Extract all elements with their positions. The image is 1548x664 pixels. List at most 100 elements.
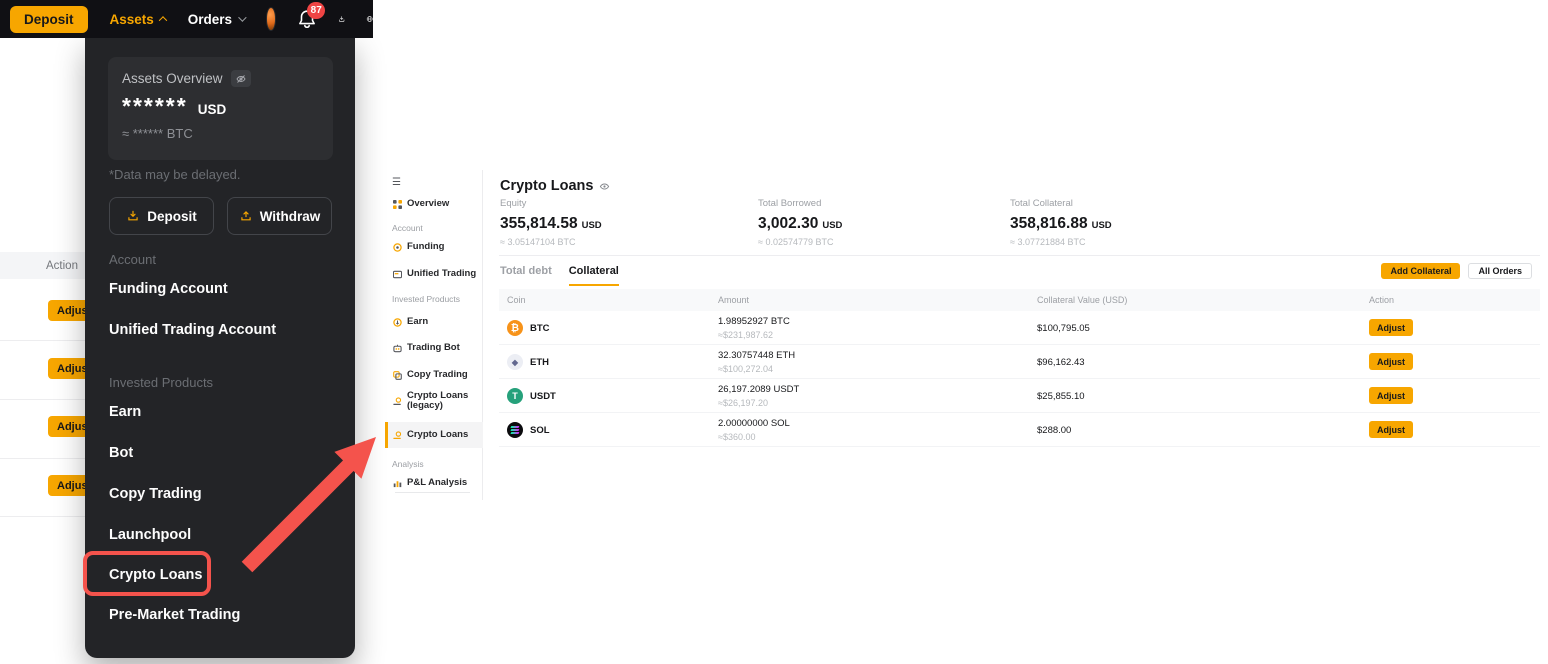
menu-item-funding-account[interactable]: Funding Account (109, 281, 228, 297)
sidebar-item-label: Trading Bot (407, 343, 460, 353)
sidebar-item-label: Earn (407, 317, 428, 327)
notifications-button[interactable]: 87 (296, 8, 318, 30)
adjust-button[interactable]: Adjust (1369, 353, 1413, 370)
sidebar-item-label: Overview (407, 199, 449, 209)
invested-products-section-label: Invested Products (109, 375, 213, 390)
collateral-value: $25,855.10 (1037, 391, 1085, 402)
amount-value: 32.30757448 ETH (718, 350, 795, 361)
hide-balance-toggle[interactable] (231, 70, 251, 87)
stat-sub-value: ≈ 3.07721884 BTC (1010, 237, 1260, 247)
sidebar-item-unified-trading[interactable]: Unified Trading (392, 269, 476, 279)
nav-orders-menu[interactable]: Orders (188, 12, 244, 27)
row-divider (0, 340, 85, 341)
collateral-value: $288.00 (1037, 425, 1071, 436)
withdraw-icon (239, 209, 253, 223)
stat-value: 355,814.58 (500, 215, 578, 233)
column-header-action: Action (1369, 295, 1394, 305)
dropdown-deposit-button[interactable]: Deposit (109, 197, 214, 235)
chevron-up-icon (159, 16, 167, 24)
sol-coin-icon (507, 422, 523, 438)
sidebar-item-overview[interactable]: Overview (392, 199, 449, 209)
amount-usd-value: ≈$26,197.20 (718, 398, 799, 408)
nav-assets-menu[interactable]: Assets (110, 12, 166, 27)
download-icon[interactable] (338, 9, 345, 29)
column-header-collateral-value: Collateral Value (USD) (1037, 295, 1127, 305)
all-orders-button[interactable]: All Orders (1468, 263, 1532, 279)
amount-usd-value: ≈$231,987.62 (718, 330, 790, 340)
sidebar-item-trading-bot[interactable]: Trading Bot (392, 343, 460, 353)
deposit-button[interactable]: Deposit (10, 6, 88, 33)
table-row: T USDT 26,197.2089 USDT ≈$26,197.20 $25,… (499, 379, 1540, 413)
btc-coin-icon: ₿ (507, 320, 523, 336)
debt-collateral-tabs: Total debt Collateral (500, 265, 619, 286)
usdt-coin-icon: T (507, 388, 523, 404)
sidebar-item-label: Funding (407, 242, 444, 252)
balance-currency: USD (198, 102, 227, 117)
stat-sub-value: ≈ 3.05147104 BTC (500, 237, 750, 247)
stat-unit: USD (822, 220, 842, 231)
stat-sub-value: ≈ 0.02574779 BTC (758, 237, 1008, 247)
assets-overview-title: Assets Overview (122, 71, 223, 86)
screenshot-sidebar: ☰ Overview Account Funding Unified Tradi… (385, 170, 483, 500)
assets-overview-card: Assets Overview ****** USD ≈ ****** BTC (108, 57, 333, 160)
section-divider (499, 255, 1540, 256)
tab-collateral[interactable]: Collateral (569, 265, 619, 286)
row-divider (0, 399, 85, 400)
sidebar-item-crypto-loans-legacy[interactable]: Crypto Loans (legacy) (392, 391, 478, 411)
adjust-button[interactable]: Adjust (1369, 421, 1413, 438)
adjust-button[interactable]: Adjust (1369, 387, 1413, 404)
coin-ticker: ETH (530, 357, 549, 368)
crypto-loans-icon (392, 430, 402, 440)
copy-trading-icon (392, 370, 402, 380)
sidebar-active-accent (385, 422, 388, 448)
sidebar-item-label: P&L Analysis (407, 478, 467, 488)
eth-coin-icon: ◆ (507, 354, 523, 370)
chevron-down-icon (238, 13, 246, 21)
sidebar-item-copy-trading[interactable]: Copy Trading (392, 370, 468, 380)
notification-badge: 87 (307, 2, 325, 19)
menu-item-unified-trading-account[interactable]: Unified Trading Account (109, 322, 276, 338)
show-balance-eye-icon[interactable] (599, 181, 610, 192)
coin-ticker: SOL (530, 425, 550, 436)
sidebar-item-pnl-analysis[interactable]: P&L Analysis (392, 478, 467, 488)
adjust-button[interactable]: Adjust (1369, 319, 1413, 336)
menu-item-pre-market-trading[interactable]: Pre-Market Trading (109, 607, 240, 623)
funding-icon (392, 242, 402, 252)
stat-label: Total Collateral (1010, 198, 1260, 209)
tab-total-debt[interactable]: Total debt (500, 265, 552, 286)
coin-ticker: USDT (530, 391, 556, 402)
sidebar-item-funding[interactable]: Funding (392, 242, 444, 252)
unified-trading-icon (392, 269, 402, 279)
stat-total-borrowed: Total Borrowed 3,002.30 USD ≈ 0.02574779… (758, 198, 1008, 247)
stat-label: Equity (500, 198, 750, 209)
dropdown-deposit-label: Deposit (147, 209, 197, 224)
globe-icon[interactable] (366, 9, 373, 29)
top-nav: Deposit Assets Orders 87 (0, 0, 373, 38)
menu-item-launchpool[interactable]: Launchpool (109, 527, 191, 543)
sidebar-item-label: Crypto Loans (legacy) (407, 391, 478, 411)
page: Action Adjust Adjust Adjust Adjust Depos… (0, 0, 1548, 664)
menu-item-earn[interactable]: Earn (109, 404, 141, 420)
dropdown-withdraw-button[interactable]: Withdraw (227, 197, 332, 235)
menu-item-copy-trading[interactable]: Copy Trading (109, 486, 202, 502)
sidebar-collapse-icon[interactable]: ☰ (392, 178, 401, 188)
table-header: Coin Amount Collateral Value (USD) Actio… (499, 289, 1540, 311)
stat-unit: USD (582, 220, 602, 231)
avatar[interactable] (266, 7, 276, 31)
overview-icon (392, 199, 402, 209)
nav-assets-label: Assets (110, 12, 154, 27)
dropdown-withdraw-label: Withdraw (260, 209, 321, 224)
page-title: Crypto Loans (500, 178, 593, 194)
sidebar-item-crypto-loans[interactable]: Crypto Loans (392, 430, 468, 440)
crypto-loans-screenshot: ☰ Overview Account Funding Unified Tradi… (385, 170, 1548, 505)
table-row: ₿ BTC 1.98952927 BTC ≈$231,987.62 $100,7… (499, 311, 1540, 345)
sidebar-section-analysis: Analysis (392, 459, 424, 469)
sidebar-item-earn[interactable]: Earn (392, 317, 428, 327)
column-header-amount: Amount (718, 295, 749, 305)
column-header-coin: Coin (507, 295, 526, 305)
stat-equity: Equity 355,814.58 USD ≈ 3.05147104 BTC (500, 198, 750, 247)
menu-item-bot[interactable]: Bot (109, 445, 133, 461)
data-delay-note: *Data may be delayed. (109, 167, 241, 182)
sidebar-item-label: Copy Trading (407, 370, 468, 380)
add-collateral-button[interactable]: Add Collateral (1381, 263, 1460, 279)
